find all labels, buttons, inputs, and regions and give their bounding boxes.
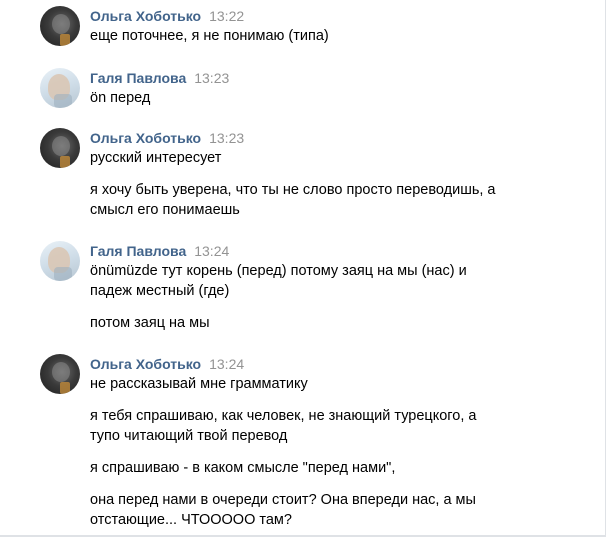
avatar[interactable] <box>40 128 80 168</box>
message-time[interactable]: 13:24 <box>209 356 244 372</box>
message-header: Галя Павлова 13:24 <box>90 241 229 261</box>
avatar[interactable] <box>40 241 80 281</box>
message-header: Ольга Хоботько 13:22 <box>90 6 244 26</box>
message-text: я спрашиваю - в каком смысле "перед нами… <box>90 460 396 476</box>
message-text: отстающие... ЧТООООО там? <box>90 512 292 528</box>
message-text: тупо читающий твой перевод <box>90 428 288 444</box>
message-header: Ольга Хоботько 13:23 <box>90 128 244 148</box>
message-text: я тебя спрашиваю, как человек, не знающи… <box>90 408 477 424</box>
message-text: еще поточнее, я не понимаю (типа) <box>90 28 329 44</box>
message-text: я хочу быть уверена, что ты не слово про… <box>90 182 496 198</box>
avatar[interactable] <box>40 354 80 394</box>
message-group: Галя Павлова 13:23 ön перед <box>40 68 580 108</box>
message-text: она перед нами в очереди стоит? Она впер… <box>90 492 476 508</box>
message-header: Галя Павлова 13:23 <box>90 68 229 88</box>
message-text: смысл его понимаешь <box>90 202 240 218</box>
author-name[interactable]: Галя Павлова <box>90 70 186 86</box>
message-text: потом заяц на мы <box>90 315 210 331</box>
message-group: Галя Павлова 13:24 önümüzde тут корень (п… <box>40 241 580 341</box>
message-text: падеж местный (где) <box>90 283 230 299</box>
author-name[interactable]: Галя Павлова <box>90 243 186 259</box>
message-time[interactable]: 13:23 <box>194 70 229 86</box>
message-text: ön перед <box>90 90 151 106</box>
message-group: Ольга Хоботько 13:23 русский интересует я… <box>40 128 580 228</box>
message-text: önümüzde тут корень (перед) потому заяц … <box>90 263 467 279</box>
message-group: Ольга Хоботько 13:22 еще поточнее, я не п… <box>40 6 580 46</box>
message-time[interactable]: 13:23 <box>209 130 244 146</box>
message-time[interactable]: 13:22 <box>209 8 244 24</box>
message-text: не рассказывай мне грамматику <box>90 376 308 392</box>
message-group: Ольга Хоботько 13:24 не рассказывай мне г… <box>40 354 580 534</box>
message-header: Ольга Хоботько 13:24 <box>90 354 244 374</box>
message-text: русский интересует <box>90 150 222 166</box>
author-name[interactable]: Ольга Хоботько <box>90 130 201 146</box>
author-name[interactable]: Ольга Хоботько <box>90 8 201 24</box>
message-time[interactable]: 13:24 <box>194 243 229 259</box>
avatar[interactable] <box>40 68 80 108</box>
author-name[interactable]: Ольга Хоботько <box>90 356 201 372</box>
avatar[interactable] <box>40 6 80 46</box>
